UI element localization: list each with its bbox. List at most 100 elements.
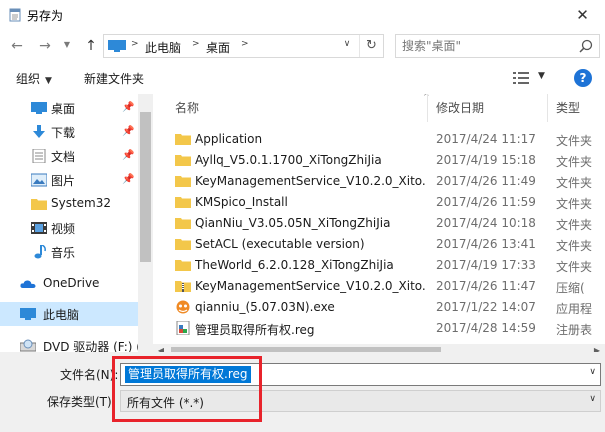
filename-label: 文件名(N): bbox=[60, 368, 119, 382]
search-input[interactable] bbox=[402, 38, 572, 54]
file-row[interactable]: TheWorld_6.2.0.128_XiTongZhiJia 2017/4/1… bbox=[153, 255, 605, 276]
sidebar-item-label: OneDrive bbox=[43, 276, 100, 290]
chevron-down-icon[interactable]: ∨ bbox=[337, 39, 357, 53]
address-row: ← → ▼ ↑ > 此电脑 > 桌面 > ∨ ↻ bbox=[0, 30, 605, 62]
address-bar[interactable]: > 此电脑 > 桌面 > ∨ ↻ bbox=[103, 34, 384, 58]
sidebar-item-pictures[interactable]: 图片 📌 bbox=[0, 168, 138, 192]
refresh-icon[interactable]: ↻ bbox=[359, 35, 383, 57]
desktop-icon bbox=[31, 102, 47, 114]
pin-icon[interactable]: 📌 bbox=[122, 102, 134, 114]
sidebar-item-label: 桌面 bbox=[51, 102, 76, 116]
pin-icon[interactable]: 📌 bbox=[122, 150, 134, 162]
this-pc-icon bbox=[20, 308, 36, 320]
file-type: 文件夹 bbox=[556, 218, 593, 232]
chevron-right-icon[interactable]: > bbox=[241, 39, 249, 49]
column-header-date[interactable]: 修改日期 bbox=[436, 94, 484, 122]
file-name: 管理员取得所有权.reg bbox=[195, 323, 315, 337]
close-button[interactable]: ✕ bbox=[560, 0, 605, 30]
file-date: 2017/4/24 11:17 bbox=[436, 132, 536, 146]
column-header-name[interactable]: 名称 bbox=[175, 94, 199, 122]
file-row[interactable]: SetACL (executable version) 2017/4/26 13… bbox=[153, 234, 605, 255]
sidebar-scrollbar[interactable] bbox=[138, 94, 153, 352]
chevron-right-icon[interactable]: > bbox=[192, 39, 200, 49]
view-options-icon[interactable] bbox=[513, 72, 529, 84]
column-divider[interactable] bbox=[427, 94, 428, 122]
file-type: 压缩( bbox=[556, 281, 585, 295]
sidebar-item-music[interactable]: 音乐 bbox=[0, 240, 138, 264]
file-name: KMSpico_Install bbox=[195, 195, 288, 209]
search-box[interactable] bbox=[395, 34, 600, 58]
help-icon[interactable]: ? bbox=[574, 69, 592, 87]
file-type: 应用程 bbox=[556, 302, 593, 316]
file-row[interactable]: KeyManagementService_V10.2.0_Xito... 201… bbox=[153, 276, 605, 297]
music-icon bbox=[34, 245, 46, 259]
download-arrow-icon bbox=[33, 125, 45, 138]
sidebar-item-desktop[interactable]: 桌面 📌 bbox=[0, 96, 138, 120]
search-icon[interactable] bbox=[579, 39, 593, 53]
annotation-highlight-box bbox=[112, 356, 262, 422]
file-date: 2017/4/26 11:49 bbox=[436, 174, 536, 188]
folder-icon bbox=[175, 176, 191, 187]
file-row[interactable]: KMSpico_Install 2017/4/26 11:59 文件夹 bbox=[153, 192, 605, 213]
chevron-down-icon[interactable]: ∨ bbox=[589, 394, 596, 404]
chevron-right-icon[interactable]: > bbox=[131, 39, 139, 49]
chevron-down-icon[interactable]: ∨ bbox=[589, 367, 596, 377]
file-name: KeyManagementService_V10.2.0_Xito... bbox=[195, 279, 425, 293]
sidebar-item-downloads[interactable]: 下载 📌 bbox=[0, 120, 138, 144]
file-row[interactable]: QianNiu_V3.05.05N_XiTongZhiJia 2017/4/24… bbox=[153, 213, 605, 234]
forward-arrow-icon[interactable]: → bbox=[36, 36, 54, 56]
sidebar-item-label: 视频 bbox=[51, 222, 76, 236]
file-date: 2017/1/22 14:07 bbox=[436, 300, 536, 314]
file-type: 文件夹 bbox=[556, 239, 593, 253]
folder-icon bbox=[175, 155, 191, 166]
sidebar-item-system32[interactable]: System32 bbox=[0, 192, 138, 216]
command-bar: 组织 ▼ 新建文件夹 ▼ ? bbox=[0, 62, 605, 94]
sidebar-item-dvd-drive[interactable]: DVD 驱动器 (F:) ( bbox=[0, 334, 141, 352]
file-type: 文件夹 bbox=[556, 155, 593, 169]
file-date: 2017/4/24 10:18 bbox=[436, 216, 536, 230]
file-type: 文件夹 bbox=[556, 260, 593, 274]
cloud-icon bbox=[20, 280, 36, 288]
document-icon bbox=[32, 149, 46, 163]
pin-icon[interactable]: 📌 bbox=[122, 126, 134, 138]
folder-icon bbox=[175, 239, 191, 250]
back-arrow-icon[interactable]: ← bbox=[8, 36, 26, 56]
save-options-pane: 文件名(N): 管理员取得所有权.reg ∨ 保存类型(T): 所有文件 (*.… bbox=[0, 352, 605, 432]
file-name: Application bbox=[195, 132, 263, 146]
column-divider[interactable] bbox=[547, 94, 548, 122]
organize-button[interactable]: 组织 ▼ bbox=[16, 70, 52, 87]
breadcrumb-desktop[interactable]: 桌面 bbox=[206, 39, 230, 56]
new-folder-button[interactable]: 新建文件夹 bbox=[84, 70, 144, 87]
chevron-down-icon: ▼ bbox=[45, 76, 52, 86]
file-name: SetACL (executable version) bbox=[195, 237, 365, 251]
file-type: 注册表 bbox=[556, 323, 593, 337]
file-row[interactable]: Application 2017/4/24 11:17 文件夹 bbox=[153, 129, 605, 150]
sidebar-item-onedrive[interactable]: OneDrive bbox=[0, 272, 138, 296]
sidebar-item-this-pc[interactable]: 此电脑 bbox=[0, 302, 138, 326]
folder-icon bbox=[175, 134, 191, 145]
file-date: 2017/4/19 15:18 bbox=[436, 153, 536, 167]
pin-icon[interactable]: 📌 bbox=[122, 174, 134, 186]
column-header-type[interactable]: 类型 bbox=[556, 94, 580, 122]
sidebar-item-documents[interactable]: 文档 📌 bbox=[0, 144, 138, 168]
recent-locations-chevron-icon[interactable]: ▼ bbox=[62, 38, 72, 52]
file-date: 2017/4/26 11:59 bbox=[436, 195, 536, 209]
file-list: ^ 名称 修改日期 类型 Application 2017/4/24 11:17… bbox=[153, 94, 605, 344]
file-row[interactable]: Ayllq_V5.0.1.1700_XiTongZhiJia 2017/4/19… bbox=[153, 150, 605, 171]
file-row[interactable]: qianniu_(5.07.03N).exe 2017/1/22 14:07 应… bbox=[153, 297, 605, 318]
file-date: 2017/4/26 11:47 bbox=[436, 279, 536, 293]
folder-icon bbox=[31, 199, 47, 210]
file-date: 2017/4/26 13:41 bbox=[436, 237, 536, 251]
sidebar-item-label: 下载 bbox=[51, 126, 76, 140]
breadcrumb-this-pc[interactable]: 此电脑 bbox=[145, 39, 181, 56]
file-row[interactable]: KeyManagementService_V10.2.0_Xito... 201… bbox=[153, 171, 605, 192]
up-arrow-icon[interactable]: ↑ bbox=[82, 36, 100, 56]
scrollbar-thumb[interactable] bbox=[140, 112, 151, 262]
sidebar-item-videos[interactable]: 视频 bbox=[0, 216, 138, 240]
filetype-label: 保存类型(T): bbox=[47, 395, 116, 409]
sidebar-item-label: 此电脑 bbox=[43, 308, 80, 322]
file-date: 2017/4/19 17:33 bbox=[436, 258, 536, 272]
dvd-drive-icon bbox=[20, 339, 36, 352]
chevron-down-icon[interactable]: ▼ bbox=[538, 71, 545, 81]
file-row[interactable]: 管理员取得所有权.reg 2017/4/28 14:59 注册表 bbox=[153, 318, 605, 339]
